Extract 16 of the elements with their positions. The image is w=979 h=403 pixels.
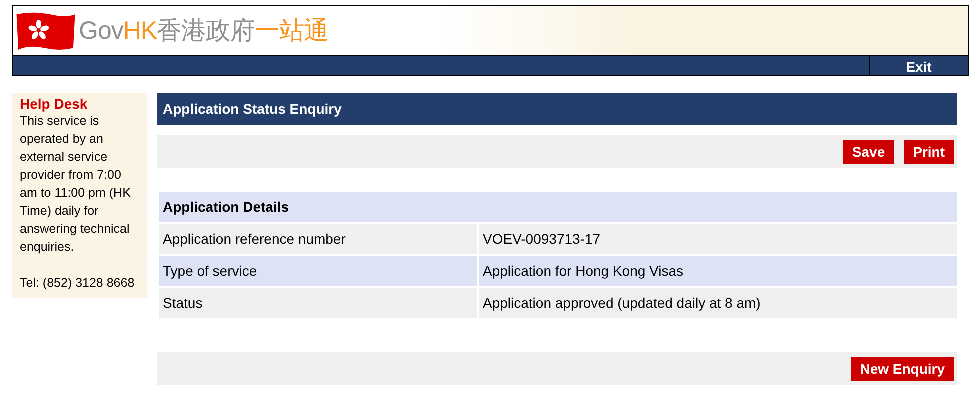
section-heading: Application Details xyxy=(159,192,957,222)
help-desk-title: Help Desk xyxy=(20,96,89,112)
table-cell: Application approved (updated daily at 8 am) xyxy=(479,288,957,318)
print-button[interactable]: Print xyxy=(904,140,954,164)
exit-link[interactable]: Exit xyxy=(869,56,968,75)
table-cell: Status xyxy=(159,288,477,318)
table-cell: VOEV-0093713-17 xyxy=(479,224,957,254)
help-desk-phone: Tel: (852) 3128 8668 xyxy=(20,275,136,292)
govhk-logo: GovHK香港政府一站通 xyxy=(79,16,329,47)
page-title: Application Status Enquiry xyxy=(157,93,957,125)
help-desk-text: This service is operated by an external service provider from 7:00 am to 11:00 pm (HK Time) daily for answering technical enquiries. xyxy=(20,113,132,256)
new-enquiry-button[interactable]: New Enquiry xyxy=(851,356,954,380)
table-cell: Application reference number xyxy=(159,224,477,254)
save-button[interactable]: Save xyxy=(843,140,894,164)
table-cell: Type of service xyxy=(159,256,477,286)
table-cell: Application for Hong Kong Visas xyxy=(479,256,957,286)
